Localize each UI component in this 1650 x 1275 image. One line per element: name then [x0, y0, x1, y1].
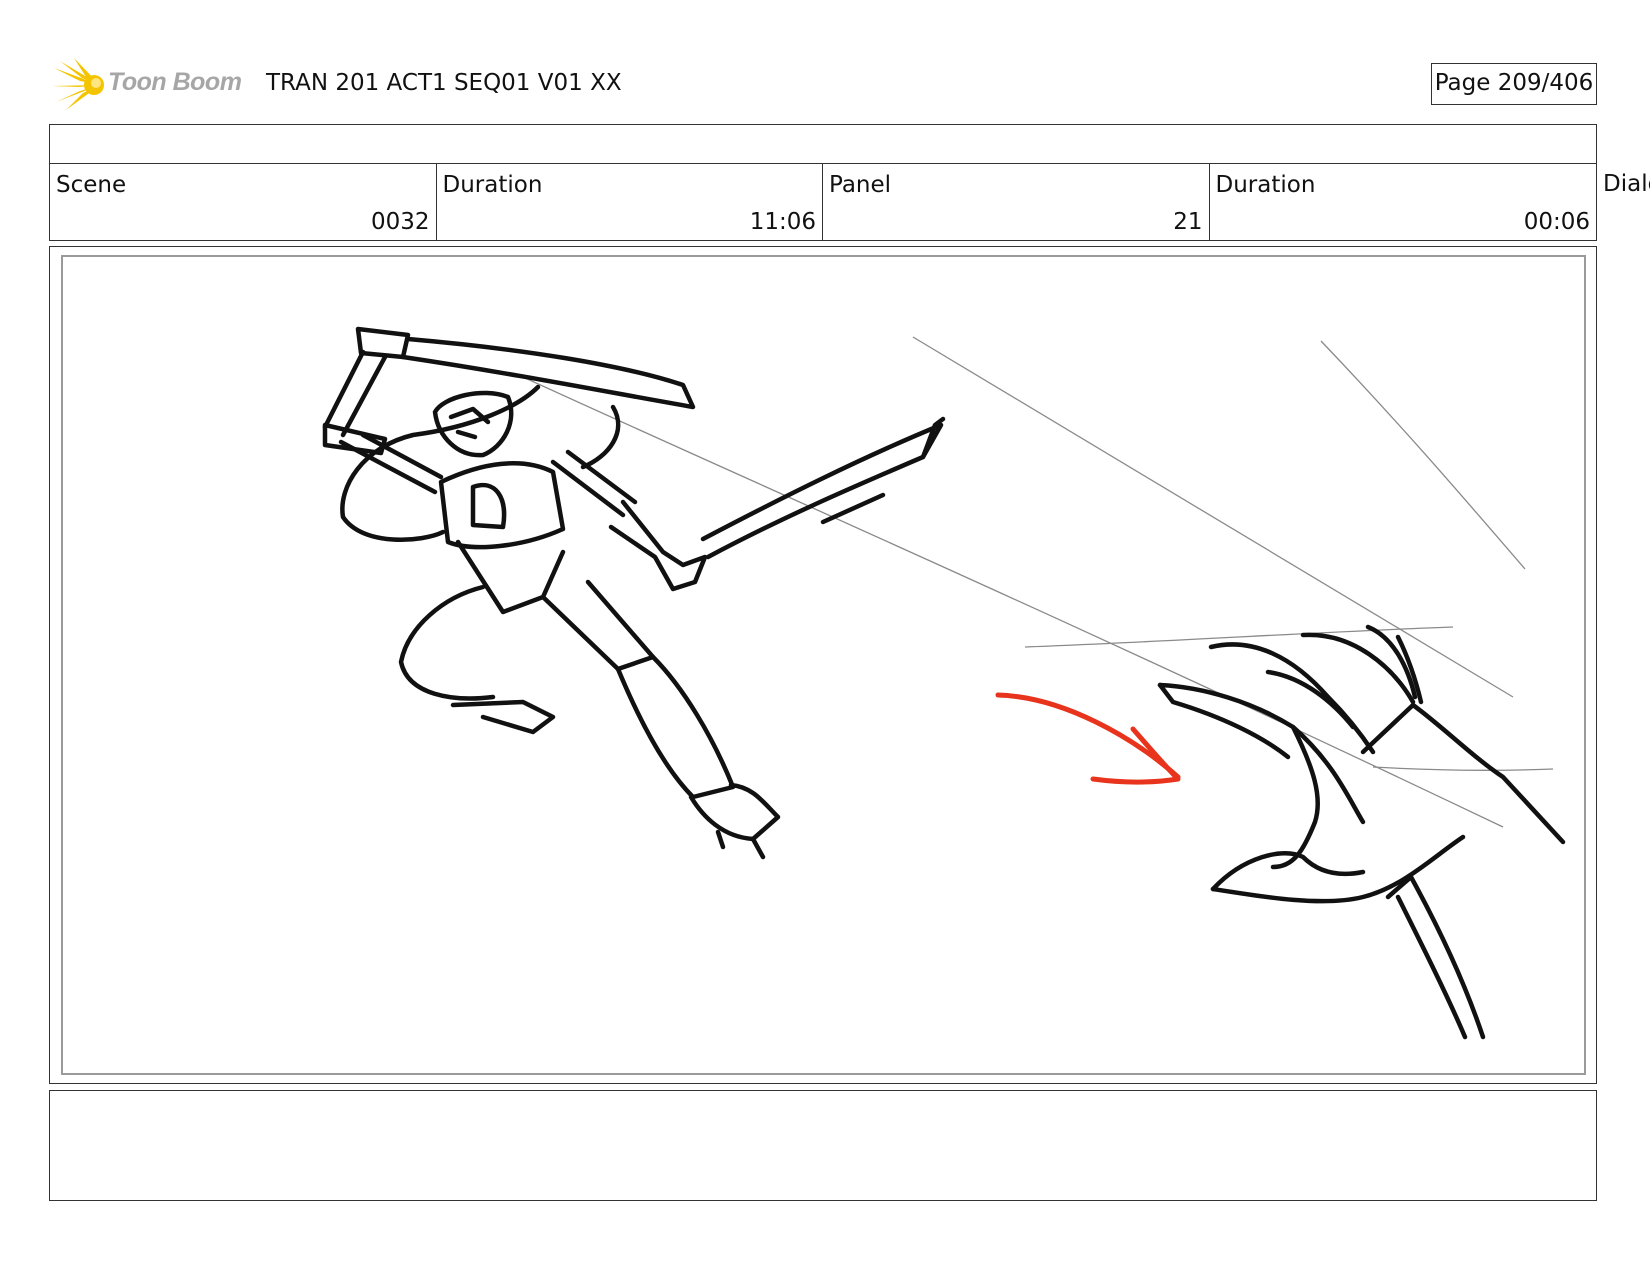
logo-wordmark: Toon Boom [108, 68, 242, 96]
scene-duration-cell: Duration 11:06 [437, 164, 823, 240]
panel-sketch [322, 326, 1566, 1040]
scene-duration-label: Duration [442, 172, 543, 198]
speed-lines [522, 336, 1554, 828]
page-number: Page 209/406 [1431, 63, 1597, 105]
dialog-label: Dialo [1603, 171, 1650, 197]
panel-label: Panel [829, 172, 892, 198]
reaching-hand-sketch [1157, 624, 1566, 1040]
scene-label: Scene [56, 172, 127, 198]
scene-cell: Scene 0032 [50, 164, 437, 240]
panel-safe-area [61, 255, 1586, 1075]
scene-info-row: Scene 0032 Duration 11:06 Panel 21 Durat… [49, 163, 1597, 241]
sword-robot-sketch [322, 326, 946, 860]
motion-arrow-icon [995, 692, 1181, 785]
panel-value: 21 [1173, 209, 1203, 235]
scene-duration-value: 11:06 [749, 209, 816, 235]
scene-value: 0032 [370, 209, 430, 235]
document-title: TRAN 201 ACT1 SEQ01 V01 XX [266, 70, 622, 96]
panel-cell: Panel 21 [823, 164, 1210, 240]
storyboard-panel [49, 246, 1597, 1084]
panel-duration-value: 00:06 [1523, 209, 1590, 235]
panel-duration-label: Duration [1215, 172, 1316, 198]
panel-duration-cell: Duration 00:06 [1210, 164, 1597, 240]
notes-box [49, 1090, 1597, 1201]
toon-boom-logo: Toon Boom [52, 58, 252, 112]
header-bar [49, 124, 1597, 164]
sun-burst-icon [52, 58, 104, 110]
